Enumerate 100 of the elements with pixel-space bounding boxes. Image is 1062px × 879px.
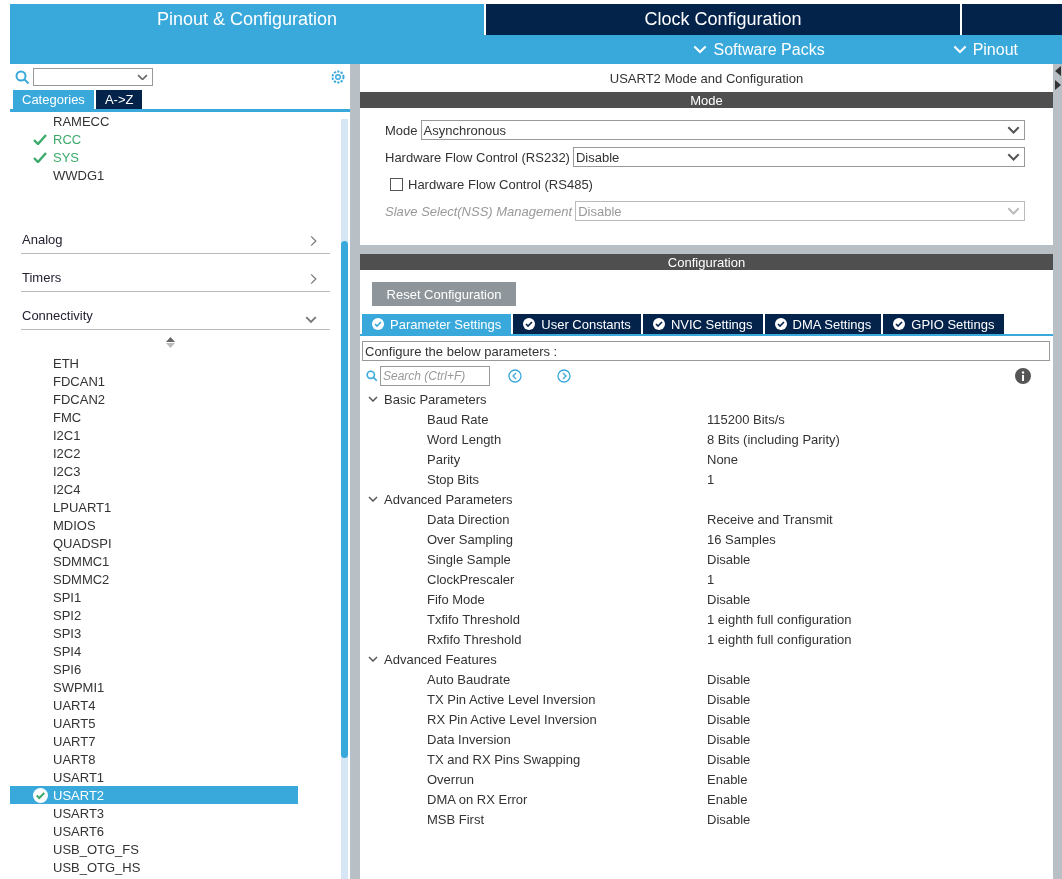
check-icon xyxy=(33,134,47,145)
scrollbar[interactable] xyxy=(341,119,348,879)
parameter-value[interactable]: 1 eighth full configuration xyxy=(707,611,852,627)
parameter-value[interactable]: Disable xyxy=(707,591,751,607)
next-icon[interactable] xyxy=(557,369,571,383)
chevron-down-icon xyxy=(693,45,708,54)
config-tab[interactable]: NVIC Settings xyxy=(642,314,763,334)
peripheral-item[interactable]: FDCAN2 xyxy=(10,390,330,408)
peripheral-item[interactable]: UART4 xyxy=(10,696,330,714)
parameter-value[interactable]: 1 xyxy=(707,571,715,587)
peripheral-item[interactable]: USART6 xyxy=(10,822,330,840)
section-header: Configuration xyxy=(360,254,1053,270)
peripheral-item[interactable]: SPI2 xyxy=(10,606,330,624)
checkbox[interactable] xyxy=(390,177,403,191)
checkbox-label: Hardware Flow Control (RS485) xyxy=(408,176,593,192)
config-tab[interactable]: GPIO Settings xyxy=(883,314,1005,334)
peripheral-item[interactable]: UART7 xyxy=(10,732,330,750)
peripheral-item[interactable]: I2C2 xyxy=(10,444,330,462)
peripheral-item[interactable]: SDMMC2 xyxy=(10,570,330,588)
parameter-value[interactable]: Receive and Transmit xyxy=(707,511,833,527)
sort-icon[interactable] xyxy=(165,336,175,348)
view-tab[interactable]: A->Z xyxy=(95,90,143,109)
parameter-group[interactable]: Advanced Features xyxy=(360,649,1053,669)
check-circle-icon xyxy=(523,318,536,330)
peripheral-item[interactable]: USART1 xyxy=(10,768,330,786)
parameter-name: Overrun xyxy=(426,771,475,787)
parameter-value[interactable]: Disable xyxy=(707,711,751,727)
field-label: Slave Select(NSS) Management xyxy=(385,203,573,219)
parameter-value[interactable]: Disable xyxy=(707,811,751,827)
peripheral-item[interactable]: I2C3 xyxy=(10,462,330,480)
parameter-group[interactable]: Advanced Parameters xyxy=(360,489,1053,509)
search-field[interactable]: Search (Ctrl+F) xyxy=(380,366,490,386)
peripheral-item[interactable]: SPI6 xyxy=(10,660,330,678)
category-item[interactable]: Timers xyxy=(21,254,330,292)
peripheral-item[interactable]: SDMMC1 xyxy=(10,552,330,570)
config-tab[interactable]: DMA Settings xyxy=(764,314,882,334)
parameter-name: Word Length xyxy=(426,431,503,447)
search-combo[interactable] xyxy=(33,68,153,86)
parameter-name: DMA on RX Error xyxy=(426,791,529,807)
category-item[interactable]: Connectivity xyxy=(21,292,330,330)
peripheral-item[interactable]: WWDG1 xyxy=(10,166,330,184)
field-label: Mode xyxy=(385,122,418,138)
peripheral-item[interactable]: USB_OTG_FS xyxy=(10,840,330,858)
peripheral-item[interactable]: USART3 xyxy=(10,804,330,822)
peripheral-item[interactable]: ETH xyxy=(10,354,330,372)
info-icon[interactable] xyxy=(1015,368,1031,384)
dropdown[interactable]: Disable xyxy=(572,147,1025,167)
parameter-value[interactable]: 1 eighth full configuration xyxy=(707,631,852,647)
parameter-group[interactable]: Basic Parameters xyxy=(360,389,1053,409)
peripheral-item[interactable]: QUADSPI xyxy=(10,534,330,552)
parameter-value[interactable]: Disable xyxy=(707,751,751,767)
parameter-value[interactable]: Enable xyxy=(707,791,748,807)
parameter-value[interactable]: 1 xyxy=(707,471,715,487)
peripheral-item[interactable]: FDCAN1 xyxy=(10,372,330,390)
parameter-value[interactable]: Disable xyxy=(707,551,751,567)
chevron-right-icon xyxy=(310,235,317,247)
parameter-value[interactable]: 8 Bits (including Parity) xyxy=(707,431,840,447)
config-tab[interactable]: User Constants xyxy=(513,314,641,334)
parameter-name: Stop Bits xyxy=(426,471,481,487)
parameter-value[interactable]: Enable xyxy=(707,771,748,787)
chevron-down-icon xyxy=(368,496,378,502)
peripheral-item[interactable]: UART5 xyxy=(10,714,330,732)
parameter-name: TX Pin Active Level Inversion xyxy=(426,691,597,707)
chevron-down-icon xyxy=(1007,153,1020,161)
check-circle-icon xyxy=(372,318,384,330)
dropdown[interactable]: Asynchronous xyxy=(420,120,1025,140)
parameter-value[interactable]: Disable xyxy=(707,671,751,687)
peripheral-item[interactable]: UART8 xyxy=(10,750,330,768)
peripheral-item[interactable]: SWPMI1 xyxy=(10,678,330,696)
peripheral-item[interactable]: I2C4 xyxy=(10,480,330,498)
peripheral-item[interactable]: LPUART1 xyxy=(10,498,330,516)
parameter-value[interactable]: Disable xyxy=(707,691,751,707)
search-icon xyxy=(366,370,378,382)
top-tab[interactable]: Clock Configuration xyxy=(486,4,960,35)
parameter-value[interactable]: Disable xyxy=(707,731,751,747)
peripheral-item[interactable]: RAMECC xyxy=(10,112,330,130)
peripheral-item[interactable]: I2C1 xyxy=(10,426,330,444)
check-circle-icon xyxy=(893,318,906,330)
chevron-right-icon xyxy=(310,273,317,285)
settings-icon[interactable] xyxy=(330,69,346,85)
parameter-name: Txfifo Threshold xyxy=(426,611,521,627)
peripheral-item[interactable]: SPI4 xyxy=(10,642,330,660)
peripheral-item[interactable]: USB_OTG_HS xyxy=(10,858,330,876)
description-field: Configure the below parameters : xyxy=(362,341,1050,361)
check-circle-icon xyxy=(774,318,787,330)
category-item[interactable]: Analog xyxy=(21,216,330,254)
previous-icon[interactable] xyxy=(508,369,522,383)
parameter-name: TX and RX Pins Swapping xyxy=(426,751,582,767)
chevron-down-icon xyxy=(368,396,378,402)
parameter-value[interactable]: None xyxy=(707,451,739,467)
parameter-value[interactable]: 115200 Bits/s xyxy=(707,411,785,427)
chevron-down-icon xyxy=(952,45,967,54)
parameter-name: Fifo Mode xyxy=(426,591,486,607)
peripheral-item[interactable]: FMC xyxy=(10,408,330,426)
peripheral-item[interactable]: SPI3 xyxy=(10,624,330,642)
field-label: Hardware Flow Control (RS232) xyxy=(385,149,570,165)
parameter-value[interactable]: 16 Samples xyxy=(707,531,776,547)
peripheral-item[interactable]: MDIOS xyxy=(10,516,330,534)
parameter-name: Baud Rate xyxy=(426,411,490,427)
peripheral-item[interactable]: SPI1 xyxy=(10,588,330,606)
